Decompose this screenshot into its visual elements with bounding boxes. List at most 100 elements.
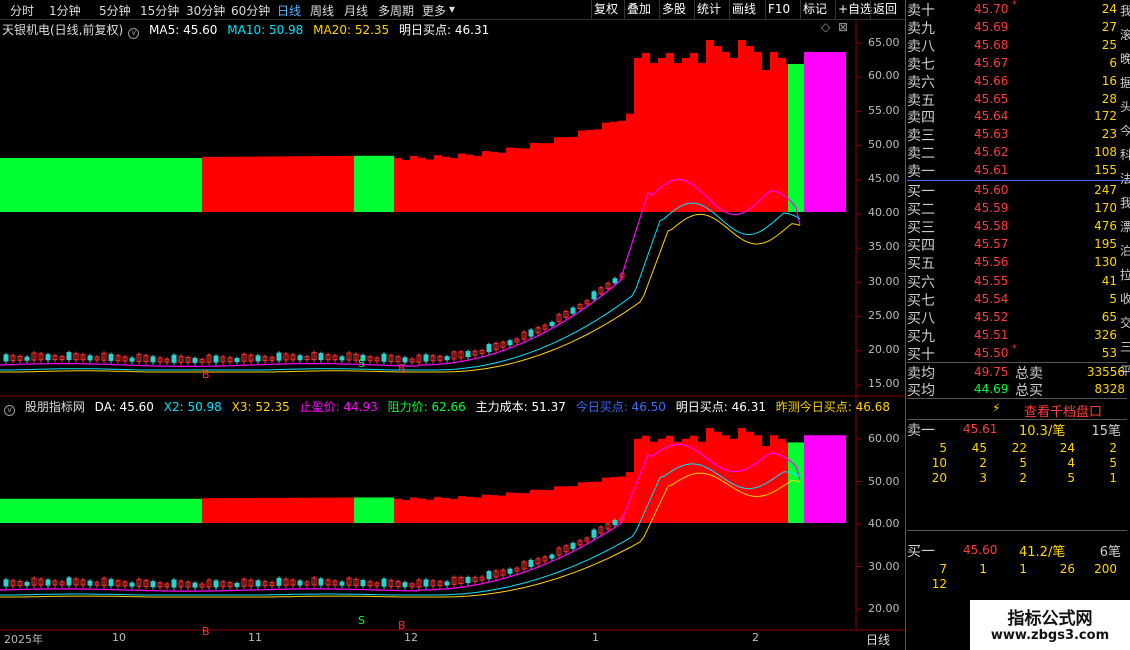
candle-body	[465, 351, 471, 358]
ask-level-row[interactable]: 卖三 45.63 23	[907, 125, 1127, 144]
ask-level-row[interactable]: 卖七 45.67 6	[907, 54, 1127, 73]
bid-queue-cell: 200	[1094, 562, 1117, 576]
ask-level-row[interactable]: 卖五 45.65 28	[907, 90, 1127, 109]
period-tab-30min[interactable]: 30分钟	[186, 2, 225, 19]
ask-queue-cell: 1	[1109, 471, 1117, 485]
bid-level-row[interactable]: 买十 45.50 * 53	[907, 344, 1127, 363]
ask-level-row[interactable]: 卖八 45.68 25	[907, 36, 1127, 55]
diamond-icon[interactable]: ◇	[821, 20, 830, 34]
period-tab-multi[interactable]: 多周期	[378, 2, 414, 19]
collapse-indicator-icon[interactable]: v	[4, 405, 15, 416]
y-tick-label: 20.00	[868, 343, 900, 356]
period-tab-timeshare[interactable]: 分时	[10, 2, 34, 19]
ask-level-volume: 16	[1101, 73, 1117, 88]
queue-ask-amount: 10.3/笔	[1019, 424, 1066, 439]
period-tab-15min[interactable]: 15分钟	[140, 2, 179, 19]
bid-level-label: 买八	[907, 310, 935, 327]
right-panel-divider	[905, 0, 906, 650]
candle-body	[591, 529, 597, 538]
ask-level-price: 45.63	[974, 127, 1009, 142]
queue-ask-price: 45.61	[963, 422, 998, 436]
signal-marker: S	[358, 357, 365, 370]
ask-level-row[interactable]: 卖九 45.69 27	[907, 18, 1127, 37]
candle-body	[528, 559, 534, 567]
bid-level-row[interactable]: 买二 45.59 170	[907, 199, 1127, 218]
side-strip-char: 我	[1120, 4, 1130, 18]
bid-queue-cell: 26	[1059, 562, 1075, 576]
candle-body	[108, 579, 114, 587]
ask-queue-cell: 5	[1019, 456, 1027, 470]
more-dropdown-icon[interactable]: ▾	[449, 2, 455, 16]
candle-body	[150, 356, 156, 363]
lightning-icon: ⚡	[992, 401, 1001, 415]
period-tab-1min[interactable]: 1分钟	[49, 2, 81, 19]
add-watchlist-button[interactable]: +自选	[835, 0, 874, 19]
y-tick-label: 50.00	[868, 138, 900, 151]
ask-level-row[interactable]: 卖一 45.61 155	[907, 161, 1127, 180]
bid-level-row[interactable]: 买九 45.51 326	[907, 326, 1127, 345]
bid-level-row[interactable]: 买六 45.55 41	[907, 272, 1127, 291]
chart-canvas[interactable]: BBSSBB	[0, 20, 905, 650]
watermark-badge: 指标公式网 www.zbgs3.com	[970, 600, 1130, 650]
bid-level-row[interactable]: 买七 45.54 5	[907, 290, 1127, 309]
close-main-icon[interactable]: ⊠	[838, 20, 848, 34]
side-strip-char: 科	[1120, 148, 1130, 162]
side-strip-char: 漂	[1120, 220, 1130, 234]
back-button[interactable]: 返回	[870, 0, 899, 19]
trend-band-red	[394, 428, 788, 523]
candle-body	[213, 580, 219, 588]
side-strip-char: 法	[1120, 172, 1130, 186]
bid-level-row[interactable]: 买五 45.56 130	[907, 253, 1127, 272]
draw-button[interactable]: 画线	[729, 0, 758, 19]
candle-body	[87, 580, 93, 586]
watermark-title: 指标公式网	[1007, 609, 1093, 629]
period-tab-weekly[interactable]: 周线	[310, 2, 334, 19]
candle-body	[45, 354, 51, 361]
bid-level-row[interactable]: 买八 45.52 65	[907, 308, 1127, 327]
f10-button[interactable]: F10	[765, 0, 792, 19]
ask-queue: 卖一 45.61 10.3/笔 15笔 5 45 22 24 2 10 2 5 4 5 20 3 2 5 1	[907, 420, 1127, 490]
candle-body	[423, 579, 429, 587]
period-tab-60min[interactable]: 60分钟	[231, 2, 270, 19]
bid-level-row[interactable]: 买一 45.60 247	[907, 181, 1127, 200]
period-tab-daily[interactable]: 日线	[277, 2, 301, 19]
period-tab-5min[interactable]: 5分钟	[99, 2, 131, 19]
multi-stock-button[interactable]: 多股	[659, 0, 688, 19]
y-tick-label: 50.00	[868, 475, 900, 488]
side-strip-char: 头	[1120, 100, 1130, 114]
candle-body	[402, 582, 408, 588]
thousand-depth-button[interactable]: ⚡ 查看千档盘口	[907, 398, 1127, 420]
trend-band	[354, 497, 394, 523]
ask-level-volume: 155	[1094, 163, 1117, 178]
adjust-button[interactable]: 复权	[591, 0, 620, 19]
candle-body	[339, 581, 345, 586]
period-tab-more[interactable]: 更多	[422, 2, 446, 19]
y-tick-label: 45.00	[868, 172, 900, 185]
period-indicator[interactable]: 日线	[866, 631, 890, 648]
bid-level-volume: 5	[1109, 291, 1117, 306]
stats-button[interactable]: 统计	[694, 0, 723, 19]
candle-body	[45, 579, 51, 586]
candle-body	[255, 580, 261, 587]
side-strip-char: 交	[1120, 316, 1130, 330]
period-tab-monthly[interactable]: 月线	[344, 2, 368, 19]
da-value: DA: 45.60	[94, 400, 154, 414]
ask-level-row[interactable]: 卖四 45.64 172	[907, 107, 1127, 126]
candle-body	[276, 577, 282, 586]
bid-level-volume: 326	[1094, 327, 1117, 342]
mark-button[interactable]: 标记	[800, 0, 829, 19]
side-news-strip[interactable]: 我滚晚据头今科法我漂泊拉收交三平	[1120, 0, 1130, 400]
candle-body	[3, 579, 9, 587]
ask-level-price: 45.67	[974, 55, 1009, 70]
candle-body	[570, 307, 576, 314]
bid-level-volume: 53	[1101, 345, 1117, 360]
bid-level-row[interactable]: 买四 45.57 195	[907, 235, 1127, 254]
overlay-button[interactable]: 叠加	[624, 0, 653, 19]
ask-level-row[interactable]: 卖二 45.62 108	[907, 143, 1127, 162]
bid-queue: 买一 45.60 41.2/笔 6笔 7 1 1 26 200 12	[907, 541, 1127, 601]
bid-level-label: 买七	[907, 292, 935, 309]
ask-level-row[interactable]: 卖十 45.70 * 24	[907, 0, 1127, 19]
ask-level-row[interactable]: 卖六 45.66 16	[907, 72, 1127, 91]
candle-body	[66, 352, 72, 361]
bid-level-row[interactable]: 买三 45.58 476	[907, 217, 1127, 236]
